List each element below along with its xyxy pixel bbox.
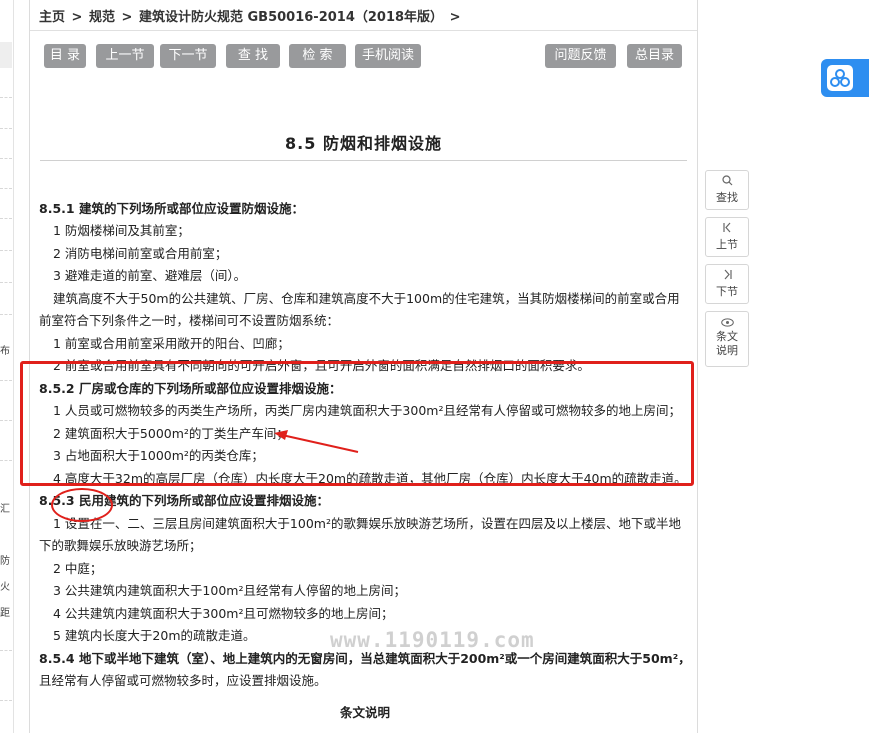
clause-paragraph: 建筑高度不大于50m的公共建筑、厂房、仓库和建筑高度不大于100m的住宅建筑，当… — [53, 291, 680, 306]
breadcrumb-separator: > — [449, 10, 461, 25]
clause-item: 4 公共建筑内建筑面积大于300m²且可燃物较多的地上房间； — [53, 606, 394, 621]
app-download-button[interactable] — [821, 59, 869, 97]
clause-paragraph: 前室符合下列条件之一时，楼梯间可不设置防烟系统： — [39, 313, 340, 328]
float-prev-button[interactable]: 上节 — [705, 217, 749, 257]
clause-item: 5 建筑内长度大于20m的疏散走道。 — [53, 628, 256, 643]
breadcrumb-spec-link[interactable]: 规范 — [89, 10, 115, 25]
breadcrumb-separator: > — [121, 10, 133, 25]
chevron-up-bar-icon — [706, 222, 748, 236]
divider — [0, 282, 12, 283]
clause-item: 1 防烟楼梯间及其前室； — [53, 223, 190, 238]
divider — [0, 158, 12, 159]
next-section-button[interactable]: 下一节 — [160, 44, 216, 68]
section-title: 8.5 防烟和排烟设施 — [285, 134, 442, 153]
master-index-button[interactable]: 总目录 — [627, 44, 682, 68]
float-find-button[interactable]: 查找 — [705, 170, 749, 210]
float-explain-label-2: 说明 — [716, 344, 738, 357]
divider — [0, 97, 12, 98]
left-sidebar: 布 汇 防 火 距 — [0, 0, 14, 733]
divider — [0, 218, 12, 219]
clause-heading: 8.5.1 建筑的下列场所或部位应设置防烟设施： — [39, 201, 304, 216]
divider — [0, 700, 12, 701]
left-sidebar-text[interactable]: 布 — [0, 342, 13, 357]
left-sidebar-text[interactable]: 汇 — [0, 500, 13, 515]
clause-item: 下的歌舞娱乐放映游艺场所； — [39, 538, 202, 553]
search-button[interactable]: 检 索 — [289, 44, 346, 68]
clause-paragraph: 且经常有人停留或可燃物较多时，应设置排烟设施。 — [39, 673, 327, 688]
breadcrumb-home-link[interactable]: 主页 — [39, 10, 65, 25]
clause-item: 1 设置在一、二、三层且房间建筑面积大于100m²的歌舞娱乐放映游艺场所，设置在… — [53, 516, 681, 531]
float-prev-label: 上节 — [716, 238, 738, 251]
clause-item: 1 前室或合用前室采用敞开的阳台、凹廊； — [53, 336, 290, 351]
divider — [0, 460, 12, 461]
clause-item: 2 消防电梯间前室或合用前室； — [53, 246, 228, 261]
feedback-button[interactable]: 问题反馈 — [545, 44, 616, 68]
title-divider — [40, 160, 687, 161]
divider — [0, 314, 12, 315]
divider — [0, 250, 12, 251]
float-find-label: 查找 — [716, 191, 738, 204]
search-icon — [706, 175, 748, 189]
left-sidebar-text[interactable]: 距 — [0, 604, 13, 619]
app-logo-icon — [827, 65, 853, 91]
divider — [0, 650, 12, 651]
float-explain-button[interactable]: 条文 说明 — [705, 311, 749, 367]
divider — [0, 128, 12, 129]
left-sidebar-text[interactable]: 防 — [0, 552, 13, 567]
chevron-down-bar-icon — [706, 269, 748, 283]
clause-item: 2 中庭； — [53, 561, 103, 576]
eye-icon — [706, 316, 748, 330]
float-next-button[interactable]: 下节 — [705, 264, 749, 304]
prev-section-button[interactable]: 上一节 — [96, 44, 154, 68]
clause-item: 3 避难走道的前室、避难层（间）。 — [53, 268, 247, 283]
mobile-read-button[interactable]: 手机阅读 — [355, 44, 421, 68]
breadcrumb: 主页 > 规范 > 建筑设计防火规范 GB50016-2014（2018年版） … — [30, 4, 697, 31]
breadcrumb-doc-link[interactable]: 建筑设计防火规范 GB50016-2014（2018年版） — [139, 10, 443, 25]
clause-explanation-link[interactable]: 条文说明 — [39, 702, 691, 724]
float-explain-label-1: 条文 — [716, 330, 738, 343]
watermark: www.1190119.com — [330, 628, 535, 652]
find-button[interactable]: 查 找 — [226, 44, 280, 68]
divider — [0, 420, 12, 421]
divider — [0, 380, 12, 381]
clause-item: 3 公共建筑内建筑面积大于100m²且经常有人停留的地上房间； — [53, 583, 406, 598]
divider — [0, 188, 12, 189]
breadcrumb-separator: > — [71, 10, 83, 25]
left-sidebar-tab[interactable] — [0, 42, 12, 68]
left-sidebar-text[interactable]: 火 — [0, 578, 13, 593]
highlight-circle — [51, 488, 113, 522]
float-next-label: 下节 — [716, 285, 738, 298]
annotation-arrow-icon — [274, 430, 359, 453]
toc-button[interactable]: 目 录 — [44, 44, 86, 68]
